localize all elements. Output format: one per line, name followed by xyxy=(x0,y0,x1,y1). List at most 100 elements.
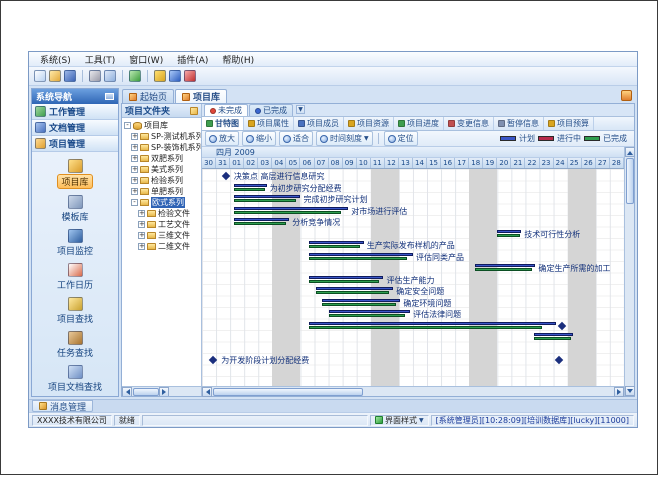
gantt-task-bar[interactable] xyxy=(309,322,557,333)
tree-item[interactable]: +工艺文件 xyxy=(122,219,201,230)
help-icon[interactable] xyxy=(169,70,181,82)
gantt-chart[interactable]: 决策点 高层进行信息研究为初步研究分配经费完成初步研究计划对市场进行评估分析竞争… xyxy=(202,169,624,386)
detail-tab[interactable]: 项目预算 xyxy=(544,117,594,130)
tree-expander[interactable]: + xyxy=(138,232,145,239)
tree-expander[interactable]: + xyxy=(131,144,138,151)
sidebar-item[interactable]: 项目查找 xyxy=(32,297,118,325)
print-preview-icon[interactable] xyxy=(104,70,116,82)
tree-item[interactable]: - 欧式系列 xyxy=(122,197,201,208)
sidebar-item[interactable]: 模板库 xyxy=(32,195,118,223)
tree-item[interactable]: +双肥系列 xyxy=(122,153,201,164)
gantt-task-bar[interactable]: 确定生产所需的加工 xyxy=(475,264,535,275)
scroll-left-button[interactable] xyxy=(122,387,132,397)
tree-horizontal-scrollbar[interactable] xyxy=(122,386,201,396)
doc-tab[interactable]: 起始页 xyxy=(122,89,174,103)
status-tab[interactable]: 已完成 xyxy=(249,104,293,116)
gantt-task-bar[interactable]: 分析竞争情况 xyxy=(234,218,289,229)
menu-item[interactable]: 帮助(H) xyxy=(215,53,261,66)
scroll-left-button[interactable] xyxy=(202,387,212,397)
scroll-right-button[interactable] xyxy=(614,387,624,397)
sidebar-item[interactable]: 工作日历 xyxy=(32,263,118,291)
message-management-tab[interactable]: 消息管理 xyxy=(32,400,93,412)
gantt-toolbar-button[interactable]: 缩小 xyxy=(242,131,276,146)
gantt-task-bar[interactable]: 技术可行性分析 xyxy=(497,230,521,241)
detail-tab[interactable]: 项目属性 xyxy=(244,117,294,130)
nav-panel-menu-icon[interactable] xyxy=(105,93,114,100)
print-icon[interactable] xyxy=(89,70,101,82)
gantt-task-bar[interactable]: 为初步研究分配经费 xyxy=(234,184,266,195)
gantt-horizontal-scrollbar[interactable] xyxy=(202,386,624,396)
gantt-task-bar[interactable]: 评估同类产品 xyxy=(309,253,413,264)
gantt-task-bar[interactable]: 评估生产能力 xyxy=(309,276,384,287)
scroll-up-button[interactable] xyxy=(625,147,635,157)
gantt-toolbar-button[interactable]: 定位 xyxy=(384,131,418,146)
refresh-icon[interactable] xyxy=(129,70,141,82)
menu-item[interactable]: 工具(T) xyxy=(78,53,123,66)
open-project-icon[interactable] xyxy=(49,70,61,82)
sidebar-item[interactable]: 任务查找 xyxy=(32,331,118,359)
gantt-task-bar[interactable]: 评估法律问题 xyxy=(329,310,411,321)
gantt-toolbar-button[interactable]: 适合 xyxy=(279,131,313,146)
tree-expander[interactable]: + xyxy=(138,243,145,250)
tree-expander[interactable]: - xyxy=(124,122,131,129)
gantt-toolbar-button-label: 定位 xyxy=(398,133,414,144)
status-tab[interactable]: 未完成 xyxy=(204,104,248,116)
status-tab-overflow-button[interactable]: ▼ xyxy=(296,105,305,114)
sidebar-item[interactable]: 项目库 xyxy=(32,159,118,189)
menu-item[interactable]: 插件(A) xyxy=(170,53,215,66)
tree-expander[interactable]: + xyxy=(131,188,138,195)
tree-expander[interactable]: + xyxy=(138,221,145,228)
sidebar-group[interactable]: 工作管理 xyxy=(32,104,118,120)
sidebar-item[interactable]: 项目文档查找 xyxy=(32,365,118,393)
detail-tab[interactable]: 变更信息 xyxy=(444,117,494,130)
tree-item[interactable]: +检验文件 xyxy=(122,208,201,219)
style-selector[interactable]: 界面样式 ▼ xyxy=(370,415,429,426)
detail-tab[interactable]: 项目进度 xyxy=(394,117,444,130)
scroll-thumb[interactable] xyxy=(133,388,159,396)
menu-item[interactable]: 窗口(W) xyxy=(122,53,170,66)
tab-scroll-button[interactable] xyxy=(621,90,632,101)
tree-expander[interactable]: + xyxy=(131,177,138,184)
tree-expander[interactable]: - xyxy=(131,199,138,206)
tree-item[interactable]: -项目库 xyxy=(122,120,201,131)
detail-tab[interactable]: 项目成员 xyxy=(294,117,344,130)
gantt-task-bar[interactable]: 确定环境问题 xyxy=(322,299,401,310)
tree-item-label: 欧式系列 xyxy=(151,197,185,208)
tree-item[interactable]: +美式系列 xyxy=(122,164,201,175)
gantt-task-bar[interactable]: 确定安全问题 xyxy=(316,287,393,298)
gantt-toolbar-button[interactable]: 时间刻度▼ xyxy=(316,131,373,146)
detail-tab[interactable]: 甘特图 xyxy=(202,117,244,130)
folder-icon xyxy=(147,221,156,228)
doc-tab[interactable]: 项目库 xyxy=(175,89,227,103)
tree-item[interactable]: +三维文件 xyxy=(122,230,201,241)
tree-item[interactable]: +二维文件 xyxy=(122,241,201,252)
detail-tab[interactable]: 项目资源 xyxy=(344,117,394,130)
tree-expander[interactable]: + xyxy=(138,210,145,217)
scroll-thumb[interactable] xyxy=(213,388,363,396)
gantt-task-bar[interactable]: 对市场进行评估 xyxy=(234,207,348,218)
save-icon[interactable] xyxy=(64,70,76,82)
tree-item[interactable]: +检验系列 xyxy=(122,175,201,186)
tree-item[interactable]: +SP-测试机系列 xyxy=(122,131,201,142)
scroll-down-button[interactable] xyxy=(625,386,635,396)
gantt-vertical-scrollbar[interactable] xyxy=(624,147,634,396)
scroll-right-button[interactable] xyxy=(159,387,169,397)
scroll-thumb[interactable] xyxy=(626,158,634,204)
gantt-task-bar[interactable] xyxy=(534,333,573,344)
gantt-toolbar-button[interactable]: 放大 xyxy=(205,131,239,146)
tree-item[interactable]: +单肥系列 xyxy=(122,186,201,197)
tree-expander[interactable]: + xyxy=(131,133,138,140)
sidebar-group[interactable]: 文档管理 xyxy=(32,120,118,136)
sidebar-group[interactable]: 项目管理 xyxy=(32,136,118,152)
menu-item[interactable]: 系统(S) xyxy=(33,53,78,66)
tree-expander[interactable]: + xyxy=(131,155,138,162)
detail-tab[interactable]: 暂停信息 xyxy=(494,117,544,130)
tree-item[interactable]: +SP-装饰机系列 xyxy=(122,142,201,153)
sidebar-item[interactable]: 项目监控 xyxy=(32,229,118,257)
tree-expander[interactable]: + xyxy=(131,166,138,173)
new-document-icon[interactable] xyxy=(34,70,46,82)
gantt-task-bar[interactable]: 生产实际发布样机的产品 xyxy=(309,241,364,252)
lock-icon[interactable] xyxy=(154,70,166,82)
gantt-task-bar[interactable]: 完成初步研究计划 xyxy=(234,195,300,206)
exit-icon[interactable] xyxy=(184,70,196,82)
